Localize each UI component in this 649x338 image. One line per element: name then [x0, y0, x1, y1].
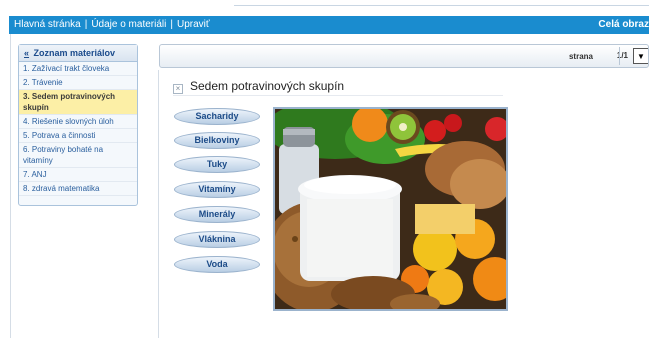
sidebar-item[interactable]: 6. Potraviny bohaté na vitamíny	[19, 143, 137, 168]
group-button-voda[interactable]: Voda	[174, 256, 260, 273]
nav-home-link[interactable]: Hlavná stránka	[14, 19, 81, 30]
nav-edit-link[interactable]: Upraviť	[177, 19, 210, 30]
sidebar-header[interactable]: « Zoznam materiálov	[19, 45, 137, 62]
group-button-sacharidy[interactable]: Sacharidy	[174, 108, 260, 125]
sidebar-item[interactable]: 2. Trávenie	[19, 76, 137, 90]
fullscreen-link[interactable]: Celá obraz	[598, 16, 649, 34]
sidebar-item-active[interactable]: 3. Sedem potravinových skupín	[19, 90, 137, 115]
left-border	[10, 34, 11, 338]
group-button-vlaknina[interactable]: Vláknina	[174, 231, 260, 248]
group-button-bielkoviny[interactable]: Bielkoviny	[174, 132, 260, 149]
food-illustration	[275, 109, 506, 309]
pager-bar: strana 1/1 ▼	[159, 44, 649, 68]
title-underline	[173, 95, 503, 96]
page-label: strana	[568, 52, 593, 61]
sidebar-item[interactable]: 7. ANJ	[19, 168, 137, 182]
close-icon[interactable]: ×	[173, 84, 183, 94]
nav-separator: |	[170, 19, 173, 30]
page-title: Sedem potravinových skupín	[190, 79, 345, 93]
nav-material-info-link[interactable]: Údaje o materiáli	[91, 19, 166, 30]
chevron-down-icon[interactable]: ▼	[633, 48, 648, 64]
sidebar-title: Zoznam materiálov	[33, 48, 116, 58]
sidebar-item[interactable]: 1. Zažívací trakt človeka	[19, 62, 137, 76]
pager-divider	[619, 47, 620, 65]
group-button-mineraly[interactable]: Minerály	[174, 206, 260, 223]
group-button-tuky[interactable]: Tuky	[174, 156, 260, 173]
top-divider	[234, 5, 649, 6]
top-nav: Hlavná stránka | Údaje o materiáli | Upraviť	[14, 16, 210, 34]
materials-sidebar: « Zoznam materiálov 1. Zažívací trakt čl…	[18, 44, 138, 206]
sidebar-item[interactable]: 5. Potrava a činnosti	[19, 129, 137, 143]
sidebar-item[interactable]: 4. Riešenie slovných úloh	[19, 115, 137, 129]
nav-separator: |	[84, 19, 88, 30]
group-button-vitaminy[interactable]: Vitamíny	[174, 181, 260, 198]
top-navigation-bar: Hlavná stránka | Údaje o materiáli | Upraviť…	[9, 16, 649, 34]
sidebar-item[interactable]: 8. zdravá matematika	[19, 182, 137, 196]
food-groups-photo	[273, 107, 508, 311]
collapse-arrow-icon[interactable]: «	[24, 48, 29, 58]
content-border	[158, 70, 159, 338]
